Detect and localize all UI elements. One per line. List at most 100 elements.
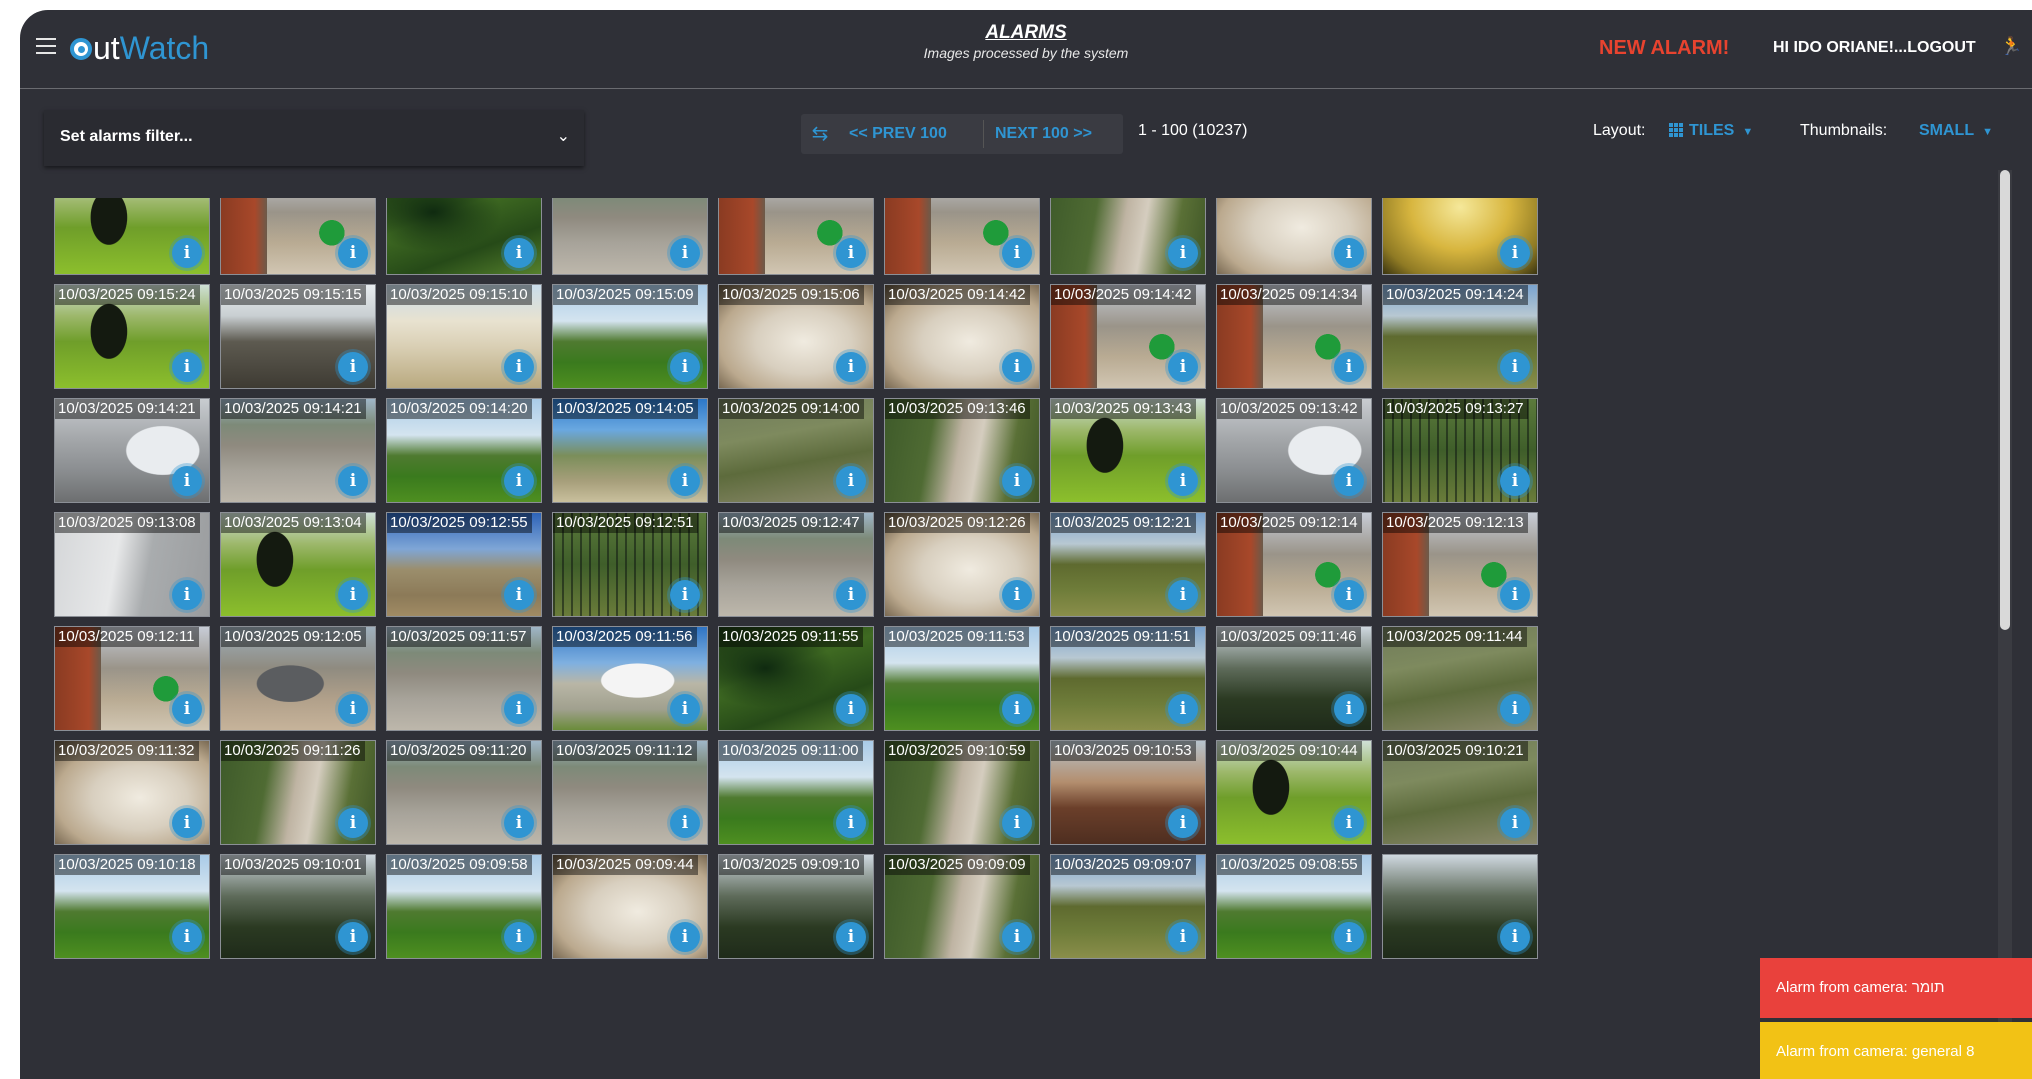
info-icon[interactable]: i: [670, 922, 700, 952]
alarm-tile[interactable]: 10/03/2025 09:10:21 i: [1382, 740, 1538, 845]
alarm-tile[interactable]: i: [1382, 854, 1538, 959]
scrollbar-thumb[interactable]: [2000, 170, 2010, 630]
alarm-tile[interactable]: 10/03/2025 09:15:54i: [552, 198, 708, 275]
info-icon[interactable]: i: [1500, 922, 1530, 952]
info-icon[interactable]: i: [1168, 694, 1198, 724]
alarm-tile[interactable]: 10/03/2025 09:09:10 i: [718, 854, 874, 959]
info-icon[interactable]: i: [1500, 238, 1530, 268]
alarm-tile[interactable]: 10/03/2025 09:15:26i: [1216, 198, 1372, 275]
alarm-tile[interactable]: 10/03/2025 09:12:51 i: [552, 512, 708, 617]
info-icon[interactable]: i: [1002, 922, 1032, 952]
info-icon[interactable]: i: [1002, 580, 1032, 610]
alarm-tile[interactable]: 10/03/2025 09:08:55 i: [1216, 854, 1372, 959]
new-alarm-button[interactable]: NEW ALARM!: [1599, 37, 1729, 60]
alarm-tile[interactable]: 10/03/2025 09:14:34 i: [1216, 284, 1372, 389]
alarm-tile[interactable]: 10/03/2025 09:11:53 i: [884, 626, 1040, 731]
alarm-tile[interactable]: 10/03/2025 09:14:21 i: [220, 398, 376, 503]
alarm-tile[interactable]: 10/03/2025 09:11:32 i: [54, 740, 210, 845]
alarm-tile[interactable]: 10/03/2025 09:11:00 i: [718, 740, 874, 845]
alarm-tile[interactable]: 10/03/2025 09:11:56 i: [552, 626, 708, 731]
alarm-tile[interactable]: 10/03/2025 09:15:35i: [1050, 198, 1206, 275]
alarm-tile[interactable]: 10/03/2025 09:13:27 i: [1382, 398, 1538, 503]
info-icon[interactable]: i: [836, 466, 866, 496]
user-logout-link[interactable]: HI IDO ORIANE!...LOGOUT: [1773, 39, 1976, 57]
alarm-tile[interactable]: 10/03/2025 09:12:26 i: [884, 512, 1040, 617]
info-icon[interactable]: i: [1334, 808, 1364, 838]
alarm-tile[interactable]: 10/03/2025 09:14:42 i: [1050, 284, 1206, 389]
prev-page-button[interactable]: << PREV 100: [841, 114, 955, 154]
running-man-logout-icon[interactable]: 🏃: [2000, 36, 2022, 57]
info-icon[interactable]: i: [172, 466, 202, 496]
alarm-tile[interactable]: 10/03/2025 09:13:04 i: [220, 512, 376, 617]
alarm-tile[interactable]: 10/03/2025 09:12:13 i: [1382, 512, 1538, 617]
alarm-tile[interactable]: 10/03/2025 09:10:01 i: [220, 854, 376, 959]
info-icon[interactable]: i: [1334, 466, 1364, 496]
info-icon[interactable]: i: [1002, 808, 1032, 838]
info-icon[interactable]: i: [338, 808, 368, 838]
info-icon[interactable]: i: [1168, 580, 1198, 610]
alarm-tile[interactable]: 10/03/2025 09:11:51 i: [1050, 626, 1206, 731]
alarms-filter-dropdown[interactable]: Set alarms filter... ⌄: [44, 110, 584, 166]
info-icon[interactable]: i: [670, 580, 700, 610]
alarm-tile[interactable]: 10/03/2025 09:12:14 i: [1216, 512, 1372, 617]
scrollbar[interactable]: [1998, 170, 2012, 1079]
info-icon[interactable]: i: [504, 808, 534, 838]
info-icon[interactable]: i: [338, 352, 368, 382]
alarm-tile[interactable]: 10/03/2025 09:15:09 i: [552, 284, 708, 389]
alarm-tile[interactable]: 10/03/2025 09:14:24 i: [1382, 284, 1538, 389]
info-icon[interactable]: i: [1500, 352, 1530, 382]
info-icon[interactable]: i: [836, 922, 866, 952]
info-icon[interactable]: i: [836, 352, 866, 382]
info-icon[interactable]: i: [1500, 808, 1530, 838]
alarm-tile[interactable]: 10/03/2025 09:14:05 i: [552, 398, 708, 503]
info-icon[interactable]: i: [670, 808, 700, 838]
alarm-notification[interactable]: Alarm from camera: general 8: [1760, 1022, 2032, 1079]
info-icon[interactable]: i: [338, 580, 368, 610]
alarm-tile[interactable]: 10/03/2025 09:14:00 i: [718, 398, 874, 503]
info-icon[interactable]: i: [172, 808, 202, 838]
info-icon[interactable]: i: [338, 922, 368, 952]
alarm-tile[interactable]: 10/03/2025 09:15:38i: [884, 198, 1040, 275]
info-icon[interactable]: i: [670, 238, 700, 268]
info-icon[interactable]: i: [1002, 238, 1032, 268]
alarm-tile[interactable]: 10/03/2025 09:15:24i: [1382, 198, 1538, 275]
info-icon[interactable]: i: [836, 808, 866, 838]
alarm-tile[interactable]: 10/03/2025 09:13:43 i: [1050, 398, 1206, 503]
alarm-tile[interactable]: 10/03/2025 09:12:21 i: [1050, 512, 1206, 617]
alarm-tile[interactable]: 10/03/2025 09:15:10 i: [386, 284, 542, 389]
info-icon[interactable]: i: [504, 352, 534, 382]
info-icon[interactable]: i: [504, 694, 534, 724]
info-icon[interactable]: i: [172, 238, 202, 268]
next-page-button[interactable]: NEXT 100 >>: [987, 114, 1100, 154]
info-icon[interactable]: i: [1168, 808, 1198, 838]
alarm-tile[interactable]: 10/03/2025 09:11:46 i: [1216, 626, 1372, 731]
info-icon[interactable]: i: [1500, 466, 1530, 496]
info-icon[interactable]: i: [1168, 466, 1198, 496]
alarm-notification[interactable]: Alarm from camera: תומר: [1760, 958, 2032, 1018]
alarm-tile[interactable]: 10/03/2025 09:11:26 i: [220, 740, 376, 845]
alarm-tile[interactable]: 10/03/2025 09:13:46 i: [884, 398, 1040, 503]
info-icon[interactable]: i: [1002, 694, 1032, 724]
info-icon[interactable]: i: [504, 466, 534, 496]
info-icon[interactable]: i: [1334, 580, 1364, 610]
alarm-tile[interactable]: 10/03/2025 09:09:58 i: [386, 854, 542, 959]
alarm-tile[interactable]: 10/03/2025 09:10:59 i: [884, 740, 1040, 845]
alarm-tile[interactable]: 10/03/2025 09:16:06i: [220, 198, 376, 275]
info-icon[interactable]: i: [504, 238, 534, 268]
info-icon[interactable]: i: [504, 580, 534, 610]
alarm-tile[interactable]: 10/03/2025 09:15:24i: [54, 284, 210, 389]
alarm-tile[interactable]: 10/03/2025 09:09:09 i: [884, 854, 1040, 959]
alarm-tile[interactable]: 10/03/2025 09:12:05 i: [220, 626, 376, 731]
info-icon[interactable]: i: [1500, 694, 1530, 724]
info-icon[interactable]: i: [670, 466, 700, 496]
layout-select[interactable]: TILES ▼: [1669, 122, 1753, 140]
alarm-tile[interactable]: 10/03/2025 09:11:55 i: [718, 626, 874, 731]
alarm-tile[interactable]: 10/03/2025 09:12:55 i: [386, 512, 542, 617]
alarm-tile[interactable]: 10/03/2025 09:15:53i: [718, 198, 874, 275]
info-icon[interactable]: i: [172, 580, 202, 610]
info-icon[interactable]: i: [338, 466, 368, 496]
info-icon[interactable]: i: [1168, 238, 1198, 268]
info-icon[interactable]: i: [670, 694, 700, 724]
alarm-tile[interactable]: 10/03/2025 09:15:57i: [386, 198, 542, 275]
info-icon[interactable]: i: [1500, 580, 1530, 610]
